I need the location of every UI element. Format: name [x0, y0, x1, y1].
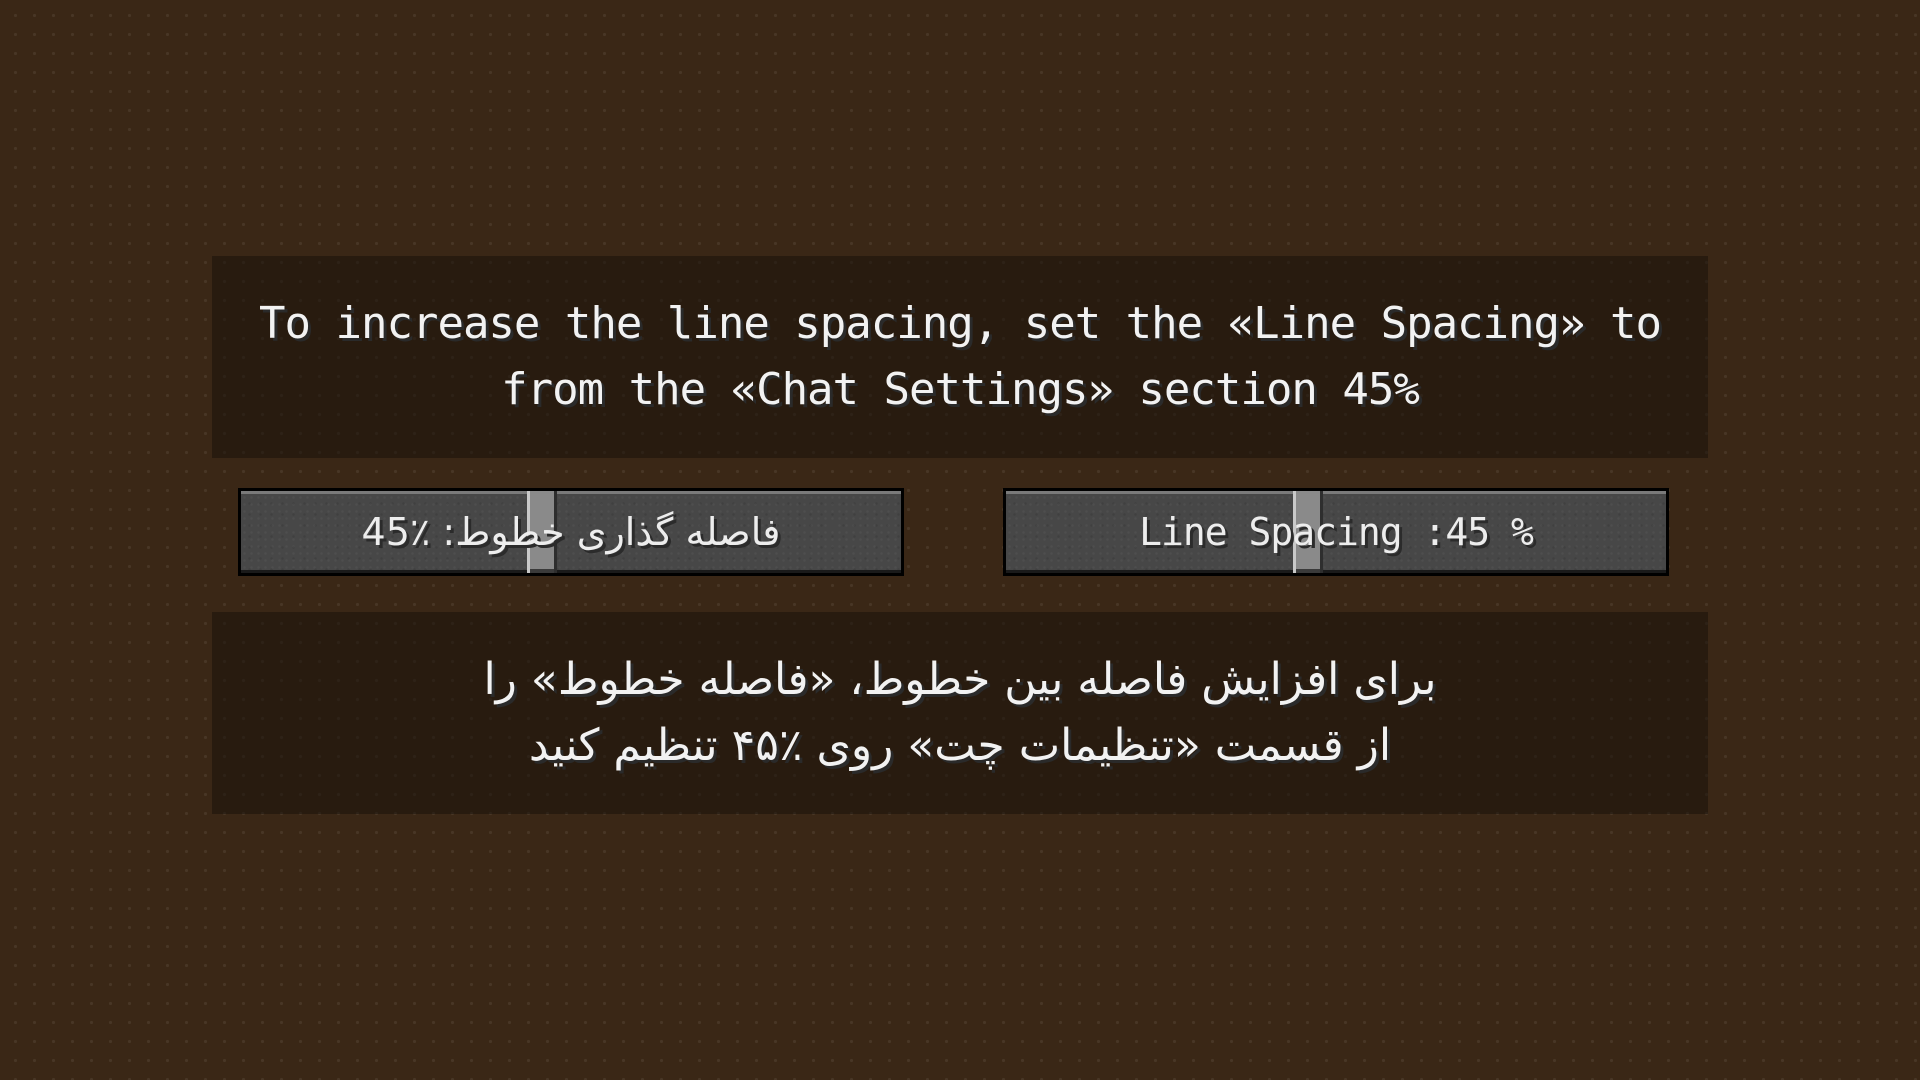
line-spacing-slider-english[interactable]: Line Spacing :45 % — [1003, 488, 1669, 576]
slider-label: فاصله گذاری خطوط: ٪45 — [361, 510, 781, 554]
english-instructions-panel: To increase the line spacing, set the «L… — [212, 256, 1708, 458]
line-spacing-slider-persian[interactable]: فاصله گذاری خطوط: ٪45 — [238, 488, 904, 576]
persian-instructions-panel: برای افزایش فاصله بین خطوط، «فاصله خطوط»… — [212, 612, 1708, 814]
english-instruction-line-1: To increase the line spacing, set the «L… — [259, 298, 1662, 349]
persian-instruction-line-1: برای افزایش فاصله بین خطوط، «فاصله خطوط»… — [483, 654, 1437, 705]
slider-label: Line Spacing :45 % — [1139, 510, 1534, 554]
persian-instruction-line-2: از قسمت «تنظیمات چت» روی ٪۴۵ تنظیم کنید — [528, 720, 1392, 771]
english-instruction-line-2: from the «Chat Settings» section 45% — [501, 364, 1420, 415]
